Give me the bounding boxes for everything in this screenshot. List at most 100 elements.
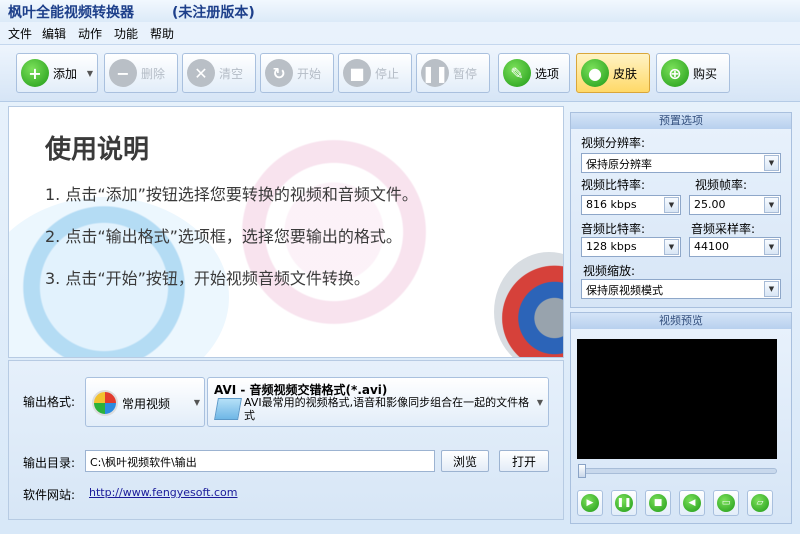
pause-button[interactable]: ❚❚ 暂停	[416, 53, 490, 93]
chevron-down-icon: ▼	[764, 155, 779, 171]
refresh-icon: ↻	[265, 59, 293, 87]
options-button[interactable]: ✎ 选项	[498, 53, 570, 93]
preset-options-panel: 预置选项 视频分辨率: 保持原分辨率 ▼ 视频比特率: 视频帧率: 816 kb…	[570, 112, 792, 308]
seek-bar[interactable]	[578, 464, 777, 478]
sample-rate-select[interactable]: 44100 ▼	[689, 237, 781, 257]
stop-button-label: 停止	[375, 66, 400, 81]
pause-icon: ❚❚	[615, 494, 633, 512]
snapshot-button[interactable]: ▭	[713, 490, 739, 516]
start-button[interactable]: ↻ 开始	[260, 53, 334, 93]
clear-button-label: 清空	[219, 66, 244, 81]
add-button-label: 添加	[53, 66, 78, 81]
menu-action[interactable]: 动作	[78, 25, 102, 42]
guide-title: 使用说明	[45, 135, 150, 165]
folder-icon: ▱	[751, 494, 769, 512]
preview-stop-button[interactable]: ■	[645, 490, 671, 516]
stop-button[interactable]: ■ 停止	[338, 53, 412, 93]
frame-rate-label: 视频帧率:	[695, 178, 748, 192]
rewind-icon: ◀	[683, 494, 701, 512]
video-bitrate-value: 816 kbps	[586, 198, 637, 211]
buy-button[interactable]: ⊕ 购买	[656, 53, 730, 93]
minus-circle-icon: −	[109, 59, 137, 87]
frame-rate-value: 25.00	[694, 198, 726, 211]
options-button-label: 选项	[535, 66, 560, 81]
apple-icon: ●	[581, 59, 609, 87]
app-title: 枫叶全能视频转换器	[8, 5, 134, 21]
guide-step-2: 2. 点击“输出格式”选项框，选择您要输出的格式。	[45, 227, 402, 246]
resolution-label: 视频分辨率:	[581, 136, 646, 150]
audio-bitrate-select[interactable]: 128 kbps ▼	[581, 237, 681, 257]
start-button-label: 开始	[297, 66, 322, 81]
delete-button[interactable]: − 删除	[104, 53, 178, 93]
output-settings-panel: 输出格式: 常用视频 ▼ AVI - 音频视频交错格式(*.avi) AVI最常…	[8, 360, 564, 520]
preset-panel-header: 预置选项	[571, 113, 791, 129]
pause-button-label: 暂停	[453, 66, 478, 81]
toolbar: + 添加 ▼ − 删除 ✕ 清空 ↻ 开始 ■ 停止 ❚❚ 暂停 ✎ 选项 ●	[0, 44, 800, 102]
menu-help[interactable]: 帮助	[150, 25, 174, 42]
x-circle-icon: ✕	[187, 59, 215, 87]
app-window: 枫叶全能视频转换器 (未注册版本) 文件 编辑 动作 功能 帮助 + 添加 ▼ …	[0, 0, 800, 534]
preview-panel-header: 视频预览	[571, 313, 791, 329]
chevron-down-icon: ▼	[193, 398, 200, 407]
chevron-down-icon: ▼	[764, 239, 779, 255]
video-scale-select[interactable]: 保持原视频模式 ▼	[581, 279, 781, 299]
open-folder-button[interactable]: ▱	[747, 490, 773, 516]
menu-file[interactable]: 文件	[8, 25, 32, 42]
output-format-select[interactable]: AVI - 音频视频交错格式(*.avi) AVI最常用的视频格式,语音和影像同…	[207, 377, 549, 427]
media-format-icon	[92, 390, 118, 416]
video-preview-panel: 视频预览 ▶ ❚❚ ■ ◀ ▭ ▱	[570, 312, 792, 524]
app-registration-status: (未注册版本)	[172, 5, 255, 21]
guide-step-1: 1. 点击“添加”按钮选择您要转换的视频和音频文件。	[45, 185, 418, 204]
video-bitrate-label: 视频比特率:	[581, 178, 646, 192]
resolution-value: 保持原分辨率	[586, 158, 652, 171]
seek-handle[interactable]	[578, 464, 586, 478]
menu-bar: 文件 编辑 动作 功能 帮助	[0, 22, 800, 44]
menu-edit[interactable]: 编辑	[42, 25, 66, 42]
menu-function[interactable]: 功能	[114, 25, 138, 42]
pause-icon: ❚❚	[421, 59, 449, 87]
screen-icon: ▭	[717, 494, 735, 512]
chevron-down-icon: ▼	[664, 197, 679, 213]
play-button[interactable]: ▶	[577, 490, 603, 516]
output-dir-input[interactable]: C:\枫叶视频软件\输出	[85, 450, 435, 472]
audio-bitrate-value: 128 kbps	[586, 240, 637, 253]
file-list-area[interactable]: 使用说明 1. 点击“添加”按钮选择您要转换的视频和音频文件。 2. 点击“输出…	[8, 106, 564, 358]
stop-icon: ■	[343, 59, 371, 87]
open-button[interactable]: 打开	[499, 450, 549, 472]
format-category-button[interactable]: 常用视频 ▼	[85, 377, 205, 427]
video-scale-value: 保持原视频模式	[586, 284, 663, 297]
delete-button-label: 删除	[141, 66, 166, 81]
chevron-down-icon[interactable]: ▼	[87, 69, 93, 78]
decorative-speaker-image	[494, 252, 563, 357]
frame-rate-select[interactable]: 25.00 ▼	[689, 195, 781, 215]
sample-rate-value: 44100	[694, 240, 729, 253]
chevron-down-icon: ▼	[536, 398, 543, 407]
output-format-label: 输出格式:	[23, 395, 76, 409]
website-link[interactable]: http://www.fengyesoft.com	[89, 486, 238, 499]
output-dir-label: 输出目录:	[23, 456, 76, 470]
chevron-down-icon: ▼	[764, 281, 779, 297]
format-category-label: 常用视频	[122, 397, 171, 411]
tools-icon: ✎	[503, 59, 531, 87]
cart-icon: ⊕	[661, 59, 689, 87]
clear-button[interactable]: ✕ 清空	[182, 53, 256, 93]
website-label: 软件网站:	[23, 488, 76, 502]
chevron-down-icon: ▼	[764, 197, 779, 213]
folder-icon	[214, 398, 242, 420]
audio-bitrate-label: 音频比特率:	[581, 222, 646, 236]
video-bitrate-select[interactable]: 816 kbps ▼	[581, 195, 681, 215]
add-button[interactable]: + 添加 ▼	[16, 53, 98, 93]
skin-button-label: 皮肤	[613, 66, 638, 81]
format-description: AVI最常用的视频格式,语音和影像同步组合在一起的文件格式	[244, 396, 530, 422]
chevron-down-icon: ▼	[664, 239, 679, 255]
browse-button[interactable]: 浏览	[441, 450, 489, 472]
skin-button[interactable]: ● 皮肤	[576, 53, 650, 93]
video-scale-label: 视频缩放:	[583, 264, 636, 278]
previous-button[interactable]: ◀	[679, 490, 705, 516]
title-bar: 枫叶全能视频转换器 (未注册版本)	[0, 0, 800, 22]
stop-icon: ■	[649, 494, 667, 512]
plus-circle-icon: +	[21, 59, 49, 87]
sample-rate-label: 音频采样率:	[691, 222, 756, 236]
resolution-select[interactable]: 保持原分辨率 ▼	[581, 153, 781, 173]
preview-pause-button[interactable]: ❚❚	[611, 490, 637, 516]
